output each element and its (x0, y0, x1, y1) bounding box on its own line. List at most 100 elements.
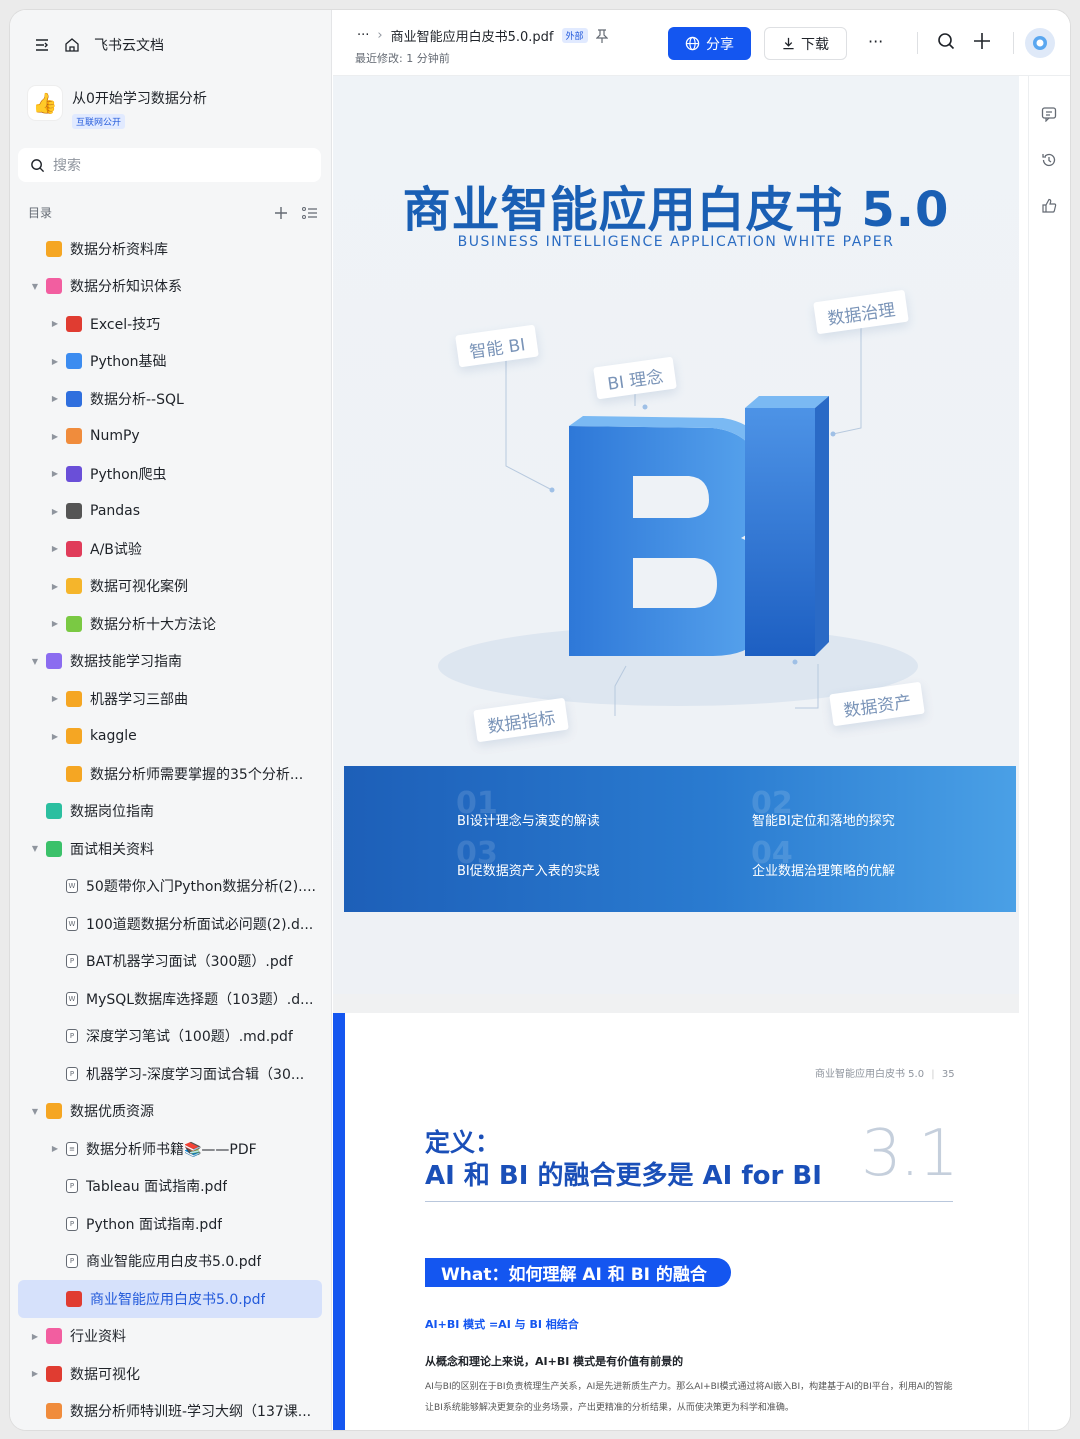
more-actions-icon[interactable]: ··· (868, 32, 883, 51)
toc-label: 目录 (28, 206, 53, 220)
sidebar-item[interactable]: ▶ 行业资料 (18, 1318, 322, 1356)
sidebar-item-label: 机器学习三部曲 (90, 691, 188, 708)
caret-right-icon[interactable]: ▶ (48, 544, 62, 553)
search-icon (30, 158, 45, 173)
sidebar-item[interactable]: 数据分析师特训班-学习大纲（137课... (18, 1393, 322, 1431)
page-accent-bar (333, 1013, 345, 1430)
caret-right-icon[interactable]: ▶ (28, 1332, 42, 1341)
workspace-header[interactable]: 👍 从0开始学习数据分析 互联网公开 (28, 86, 207, 129)
sidebar-item[interactable]: 商业智能应用白皮书5.0.pdf (18, 1280, 322, 1318)
sidebar-item[interactable]: ▼ 数据优质资源 (18, 1093, 322, 1131)
sidebar-item[interactable]: ▼ 数据分析知识体系 (18, 268, 322, 306)
collapse-sidebar-icon[interactable] (34, 37, 50, 53)
comment-icon[interactable] (1041, 106, 1057, 126)
thumbs-up-icon[interactable] (1041, 198, 1057, 218)
sidebar-item-label: Python 面试指南.pdf (86, 1216, 223, 1233)
search-placeholder: 搜索 (53, 158, 81, 174)
sidebar-item-label: 数据可视化 (70, 1366, 140, 1383)
share-label: 分享 (706, 36, 734, 53)
sidebar-item[interactable]: ▶ 数据分析十大方法论 (18, 605, 322, 643)
node-icon (66, 578, 82, 595)
sidebar-item[interactable]: W MySQL数据库选择题（103题）.d... (18, 980, 322, 1018)
caret-right-icon[interactable]: ▶ (28, 1369, 42, 1378)
file-name[interactable]: 商业智能应用白皮书5.0.pdf (391, 26, 554, 45)
section-heading: AI 和 BI 的融合更多是 AI for BI (425, 1161, 822, 1191)
node-icon (66, 1290, 82, 1307)
sidebar-item[interactable]: P 机器学习-深度学习面试合辑（30... (18, 1055, 322, 1093)
sidebar-item[interactable]: P Tableau 面试指南.pdf (18, 1168, 322, 1206)
sidebar-item-label: 面试相关资料 (70, 841, 154, 858)
avatar[interactable] (1025, 28, 1055, 58)
sidebar-item[interactable]: ▼ 面试相关资料 (18, 830, 322, 868)
sidebar-item[interactable]: ▶ 数据可视化案例 (18, 568, 322, 606)
caret-right-icon[interactable]: ▶ (48, 1144, 62, 1153)
sidebar-item[interactable]: 数据分析资料库 (18, 230, 322, 268)
history-icon[interactable] (1041, 152, 1057, 172)
sidebar-item[interactable]: ▶ Excel-技巧 (18, 305, 322, 343)
sidebar-item[interactable]: ▶ A/B试验 (18, 530, 322, 568)
node-icon (46, 840, 62, 857)
sidebar-item-label: 数据岗位指南 (70, 804, 154, 821)
sidebar-item[interactable]: ▶ Pandas (18, 493, 322, 531)
sidebar-item-label: 数据分析知识体系 (70, 279, 182, 296)
caret-down-icon[interactable]: ▼ (28, 657, 42, 666)
outline-list-icon[interactable] (302, 206, 318, 220)
caret-down-icon[interactable]: ▼ (28, 1107, 42, 1116)
pin-icon[interactable] (595, 28, 608, 43)
cover-contents-band: 01 BI设计理念与演变的解读 02 智能BI定位和落地的探究 03 BI促数据… (344, 766, 1016, 912)
caret-right-icon[interactable]: ▶ (48, 432, 62, 441)
caret-right-icon[interactable]: ▶ (48, 732, 62, 741)
share-button[interactable]: 分享 (668, 27, 751, 60)
more-breadcrumb-icon[interactable]: ··· (357, 28, 369, 43)
sidebar-item[interactable]: P 深度学习笔试（100题）.md.pdf (18, 1018, 322, 1056)
search-input[interactable]: 搜索 (18, 148, 321, 182)
caret-right-icon[interactable]: ▶ (48, 694, 62, 703)
sidebar-item[interactable]: ▶ ≡ 数据分析师书籍📚——PDF (18, 1130, 322, 1168)
node-icon (66, 615, 82, 632)
home-icon[interactable] (64, 37, 80, 53)
pdf-viewer[interactable]: 商业智能应用白皮书 5.0 BUSINESS INTELLIGENCE APPL… (333, 76, 1019, 1430)
sidebar-item[interactable]: P Python 面试指南.pdf (18, 1205, 322, 1243)
sidebar-item[interactable]: P 商业智能应用白皮书5.0.pdf (18, 1243, 322, 1281)
sidebar-item[interactable]: W 100道题数据分析面试必问题(2).d... (18, 905, 322, 943)
sidebar-item-label: 数据分析师特训班-学习大纲（137课... (70, 1404, 312, 1421)
sidebar-item-label: Pandas (90, 503, 141, 520)
sidebar-item-label: kaggle (90, 728, 137, 745)
sidebar-item[interactable]: ▶ Python爬虫 (18, 455, 322, 493)
app-name[interactable]: 飞书云文档 (94, 35, 164, 55)
caret-right-icon[interactable]: ▶ (48, 319, 62, 328)
search-doc-icon[interactable] (937, 32, 955, 54)
caret-down-icon[interactable]: ▼ (28, 282, 42, 291)
sidebar-item[interactable]: ▶ Python基础 (18, 343, 322, 381)
right-rail (1028, 76, 1070, 1430)
sidebar-item[interactable]: 数据岗位指南 (18, 793, 322, 831)
sidebar-item[interactable]: ▼ 数据技能学习指南 (18, 643, 322, 681)
file-icon: P (66, 1066, 78, 1081)
caret-right-icon[interactable]: ▶ (48, 507, 62, 516)
sidebar-item[interactable]: ▶ 机器学习三部曲 (18, 680, 322, 718)
node-icon (66, 540, 82, 557)
sidebar-item-label: 数据分析--SQL (90, 391, 184, 408)
caret-right-icon[interactable]: ▶ (48, 619, 62, 628)
sidebar-item[interactable]: ▶ 数据分析--SQL (18, 380, 322, 418)
create-icon[interactable] (973, 32, 991, 54)
add-icon[interactable] (274, 206, 288, 220)
sidebar-item[interactable]: ▶ 数据可视化 (18, 1355, 322, 1393)
sidebar-item[interactable]: ▶ NumPy (18, 418, 322, 456)
caret-right-icon[interactable]: ▶ (48, 394, 62, 403)
caret-right-icon[interactable]: ▶ (48, 357, 62, 366)
definition-label: 定义： (425, 1128, 501, 1157)
caret-down-icon[interactable]: ▼ (28, 844, 42, 853)
node-icon (66, 465, 82, 482)
sidebar-item-label: 数据分析资料库 (70, 241, 168, 258)
sidebar: 飞书云文档 👍 从0开始学习数据分析 互联网公开 搜索 目录 数据分析资料库 ▼… (10, 10, 332, 1430)
sidebar-item[interactable]: P BAT机器学习面试（300题）.pdf (18, 943, 322, 981)
download-button[interactable]: 下载 (764, 27, 847, 60)
band-item: 智能BI定位和落地的探究 (752, 814, 895, 829)
sidebar-item[interactable]: 数据分析师需要掌握的35个分析... (18, 755, 322, 793)
caret-right-icon[interactable]: ▶ (48, 469, 62, 478)
sidebar-item-label: NumPy (90, 428, 140, 445)
sidebar-item[interactable]: W 50题带你入门Python数据分析(2).... (18, 868, 322, 906)
caret-right-icon[interactable]: ▶ (48, 582, 62, 591)
sidebar-item[interactable]: ▶ kaggle (18, 718, 322, 756)
